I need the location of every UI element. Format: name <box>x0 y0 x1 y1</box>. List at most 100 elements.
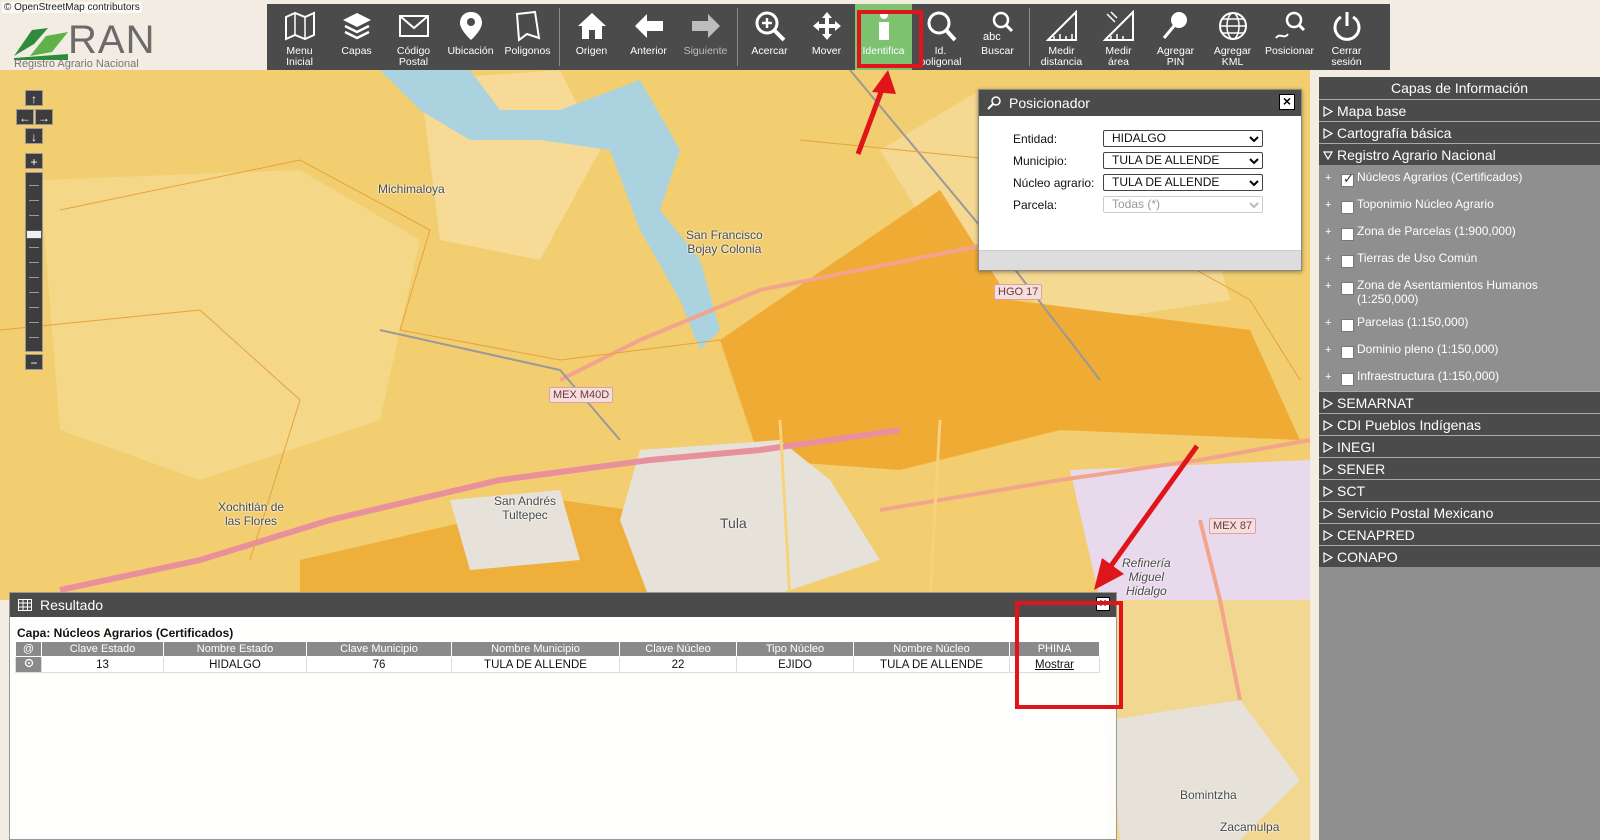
expand-plus-icon[interactable]: + <box>1325 316 1331 330</box>
arrow-right-icon <box>688 8 724 44</box>
table-row[interactable]: 13 HIDALGO 76 TULA DE ALLENDE 22 EJIDO T… <box>15 656 1100 673</box>
ubicacion-button[interactable]: Ubicación <box>442 4 499 70</box>
layer-checkbox[interactable] <box>1341 319 1354 332</box>
codigo-postal-button[interactable]: Código Postal <box>385 4 442 70</box>
zoom-out-button[interactable]: − <box>25 354 43 370</box>
layer-item-toponimio[interactable]: + Toponimio Núcleo Agrario <box>1319 192 1600 219</box>
siguiente-label: Siguiente <box>683 45 728 57</box>
medir-distancia-button[interactable]: Medir distancia <box>1033 4 1090 70</box>
buscar-label: Buscar <box>981 45 1014 57</box>
agregar-kml-button[interactable]: Agregar KML <box>1204 4 1261 70</box>
expand-plus-icon[interactable]: + <box>1325 343 1331 357</box>
layer-group-label: Servicio Postal Mexicano <box>1337 505 1494 521</box>
layer-checkbox[interactable] <box>1341 282 1354 295</box>
agregar-pin-button[interactable]: Agregar PIN <box>1147 4 1204 70</box>
layer-group-sct[interactable]: SCT <box>1319 479 1600 501</box>
magnifier-polygon-icon <box>923 8 959 44</box>
layer-group-cartografia-basica[interactable]: Cartografía básica <box>1319 121 1600 143</box>
acercar-button[interactable]: Acercar <box>741 4 798 70</box>
cerrar-sesion-button[interactable]: Cerrar sesión <box>1318 4 1375 70</box>
posicionar-button[interactable]: Posicionar <box>1261 4 1318 70</box>
expand-plus-icon[interactable]: + <box>1325 370 1331 384</box>
expand-right-icon <box>1323 106 1333 117</box>
zoom-slider[interactable] <box>25 172 43 352</box>
municipio-value: TULA DE ALLENDE <box>1112 153 1220 167</box>
layer-group-semarnat[interactable]: SEMARNAT <box>1319 391 1600 413</box>
resultado-titlebar[interactable]: Resultado × <box>10 593 1116 617</box>
origen-button[interactable]: Origen <box>563 4 620 70</box>
layer-checkbox[interactable] <box>1341 228 1354 241</box>
identifica-button[interactable]: Identifica <box>855 4 912 70</box>
layer-group-label: Cartografía básica <box>1337 125 1452 141</box>
layer-item-dominio-pleno[interactable]: + Dominio pleno (1:150,000) <box>1319 337 1600 364</box>
layer-item-label: Zona de Parcelas (1:900,000) <box>1357 224 1516 238</box>
id-poligonal-button[interactable]: Id. poligonal <box>912 4 969 70</box>
zoom-tick <box>29 277 39 278</box>
ran-logo-text: RAN <box>68 18 156 62</box>
municipio-select[interactable]: TULA DE ALLENDE <box>1103 152 1263 169</box>
layer-item-zona-parcelas[interactable]: + Zona de Parcelas (1:900,000) <box>1319 219 1600 246</box>
layer-checkbox[interactable] <box>1341 255 1354 268</box>
road-shield: HGO 17 <box>994 284 1043 300</box>
layer-group-sener[interactable]: SENER <box>1319 457 1600 479</box>
layer-checkbox[interactable] <box>1341 373 1354 386</box>
layer-checkbox[interactable] <box>1341 172 1354 187</box>
mostrar-phina-link[interactable]: Mostrar <box>1035 659 1074 671</box>
layer-group-conapo[interactable]: CONAPO <box>1319 545 1600 567</box>
layer-group-servicio-postal[interactable]: Servicio Postal Mexicano <box>1319 501 1600 523</box>
place-label: Zacamulpa <box>1220 820 1280 834</box>
anterior-button[interactable]: Anterior <box>620 4 677 70</box>
layer-item-parcelas[interactable]: + Parcelas (1:150,000) <box>1319 310 1600 337</box>
layer-item-infraestructura[interactable]: + Infraestructura (1:150,000) <box>1319 364 1600 391</box>
nucleo-agrario-value: TULA DE ALLENDE <box>1112 175 1220 189</box>
pan-right-button[interactable]: → <box>35 109 53 125</box>
layer-item-nucleos-agrarios[interactable]: + Núcleos Agrarios (Certificados) <box>1319 165 1600 192</box>
expand-plus-icon[interactable]: + <box>1325 225 1331 239</box>
posicionador-resize-bar[interactable] <box>979 250 1301 270</box>
expand-plus-icon[interactable]: + <box>1325 198 1331 212</box>
expand-right-icon <box>1323 398 1333 409</box>
poligonos-button[interactable]: Poligonos <box>499 4 556 70</box>
layer-group-mapa-base[interactable]: Mapa base <box>1319 99 1600 121</box>
nucleo-agrario-select[interactable]: TULA DE ALLENDE <box>1103 174 1263 191</box>
zoom-tick <box>29 215 39 216</box>
layer-checkbox[interactable] <box>1341 346 1354 359</box>
zoom-slider-handle[interactable] <box>26 230 42 239</box>
parcela-select[interactable]: Todas (*) <box>1103 196 1263 213</box>
layer-group-cdi[interactable]: CDI Pueblos Indígenas <box>1319 413 1600 435</box>
expand-plus-icon[interactable]: + <box>1325 279 1331 293</box>
layer-group-registro-agrario-nacional[interactable]: Registro Agrario Nacional <box>1319 143 1600 165</box>
row-zoom-cell[interactable] <box>15 656 42 673</box>
ran-logo-subtitle: Registro Agrario Nacional <box>14 58 139 70</box>
close-icon[interactable]: × <box>1279 94 1295 110</box>
medir-area-button[interactable]: Medir área <box>1090 4 1147 70</box>
menu-inicial-button[interactable]: Menu Inicial <box>271 4 328 70</box>
pan-down-button[interactable]: ↓ <box>25 128 43 144</box>
entidad-select[interactable]: HIDALGO <box>1103 130 1263 147</box>
pan-up-button[interactable]: ↑ <box>25 90 43 106</box>
layer-item-tierras-uso-comun[interactable]: + Tierras de Uso Común <box>1319 246 1600 273</box>
layer-item-asentamientos-humanos[interactable]: + Zona de Asentamientos Humanos (1:250,0… <box>1319 273 1600 310</box>
svg-text:abc: abc <box>983 31 1001 42</box>
expand-plus-icon[interactable]: + <box>1325 171 1331 185</box>
buscar-button[interactable]: abc Buscar <box>969 4 1026 70</box>
column-header: Clave Municipio <box>306 641 452 657</box>
codigo-postal-label: Código Postal <box>396 45 431 68</box>
layer-group-inegi[interactable]: INEGI <box>1319 435 1600 457</box>
siguiente-button[interactable]: Siguiente <box>677 4 734 70</box>
municipio-label: Municipio: <box>1013 154 1068 168</box>
entidad-label: Entidad: <box>1013 132 1058 146</box>
ruler-area-icon <box>1101 8 1137 44</box>
mover-button[interactable]: Mover <box>798 4 855 70</box>
layer-group-cenapred[interactable]: CENAPRED <box>1319 523 1600 545</box>
column-header: Nombre Estado <box>163 641 307 657</box>
pan-left-button[interactable]: ← <box>16 109 34 125</box>
ran-logo[interactable]: RAN Registro Agrario Nacional <box>10 18 155 72</box>
posicionador-titlebar[interactable]: Posicionador × <box>979 90 1301 116</box>
expand-plus-icon[interactable]: + <box>1325 252 1331 266</box>
location-pin-icon <box>453 8 489 44</box>
capas-button[interactable]: Capas <box>328 4 385 70</box>
zoom-in-button[interactable]: + <box>25 153 43 169</box>
layer-checkbox[interactable] <box>1341 201 1354 214</box>
poligonos-label: Poligonos <box>504 45 551 57</box>
